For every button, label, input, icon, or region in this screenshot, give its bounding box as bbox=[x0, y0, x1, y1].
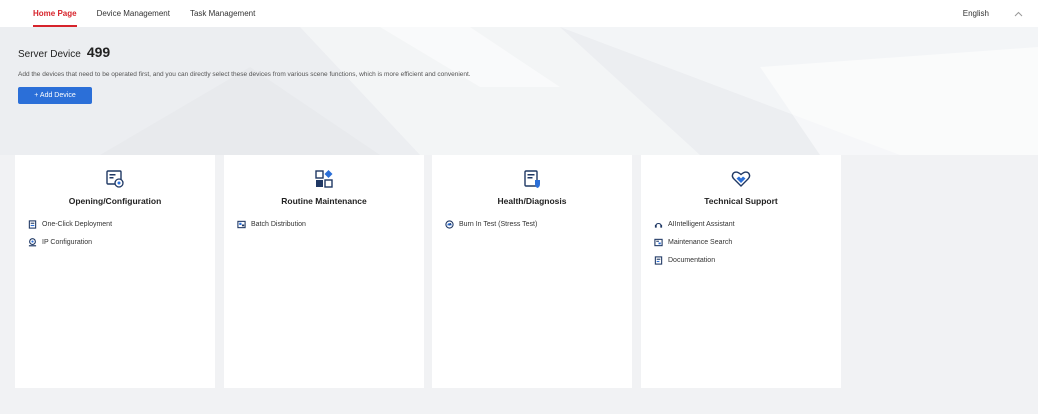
link-batch-distribution[interactable]: Batch Distribution bbox=[237, 215, 306, 233]
hero-description: Add the devices that need to be operated… bbox=[18, 71, 471, 78]
link-label: Documentation bbox=[668, 256, 716, 264]
card-links: Burn In Test (Stress Test) bbox=[445, 215, 537, 233]
card-links: One-Click Deployment IP Configuration bbox=[28, 215, 112, 251]
card-health-diagnosis: Health/Diagnosis Burn In Test (Stress Te… bbox=[432, 155, 632, 388]
server-device-label: Server Device bbox=[18, 49, 81, 60]
card-title: Routine Maintenance bbox=[281, 196, 367, 206]
link-maintenance-search[interactable]: Maintenance Search bbox=[654, 233, 735, 251]
configuration-icon bbox=[106, 170, 124, 188]
tab-home-page[interactable]: Home Page bbox=[33, 0, 77, 27]
documentation-icon bbox=[654, 255, 663, 265]
tab-task-management[interactable]: Task Management bbox=[190, 0, 255, 27]
link-label: Maintenance Search bbox=[668, 238, 733, 246]
assistant-icon bbox=[654, 222, 663, 228]
maintenance-icon bbox=[315, 170, 333, 188]
link-burn-in-test[interactable]: Burn In Test (Stress Test) bbox=[445, 215, 537, 233]
chevron-up-icon bbox=[1014, 11, 1022, 16]
server-device-summary: Server Device 499 bbox=[18, 44, 110, 60]
search-doc-icon bbox=[654, 238, 663, 246]
add-device-button[interactable]: + Add Device bbox=[18, 87, 92, 104]
nav-tabs: Home Page Device Management Task Managem… bbox=[0, 0, 275, 27]
card-title: Opening/Configuration bbox=[68, 196, 162, 206]
link-label: One-Click Deployment bbox=[42, 220, 113, 228]
card-links: Batch Distribution bbox=[237, 215, 306, 233]
collapse-button[interactable] bbox=[1013, 9, 1023, 19]
batch-distribution-icon bbox=[237, 220, 246, 228]
card-links: AIIntelligent Assistant Maintenance Sear… bbox=[654, 215, 735, 269]
card-technical-support: Technical Support AIIntelligent Assistan… bbox=[641, 155, 841, 388]
top-nav: Home Page Device Management Task Managem… bbox=[0, 0, 1038, 27]
link-label: Burn In Test (Stress Test) bbox=[459, 220, 538, 228]
heart-support-icon bbox=[731, 171, 751, 187]
card-opening-configuration: Opening/Configuration One-Click Deployme… bbox=[15, 155, 215, 388]
server-device-count: 499 bbox=[86, 44, 111, 60]
link-label: AIIntelligent Assistant bbox=[668, 220, 735, 228]
link-label: IP Configuration bbox=[42, 238, 93, 246]
ip-config-icon bbox=[28, 237, 37, 246]
card-title: Technical Support bbox=[704, 196, 778, 206]
stress-test-icon bbox=[445, 219, 454, 229]
link-one-click-deployment[interactable]: One-Click Deployment bbox=[28, 215, 112, 233]
link-label: Batch Distribution bbox=[251, 220, 306, 228]
hero-banner: Server Device 499 Add the devices that n… bbox=[0, 27, 1038, 155]
link-ip-configuration[interactable]: IP Configuration bbox=[28, 233, 112, 251]
diagnosis-icon bbox=[524, 170, 540, 188]
card-title: Health/Diagnosis bbox=[497, 196, 567, 206]
link-documentation[interactable]: Documentation bbox=[654, 251, 735, 269]
card-routine-maintenance: Routine Maintenance Batch Distribution bbox=[224, 155, 424, 388]
tab-device-management[interactable]: Device Management bbox=[97, 0, 170, 27]
nav-right: English bbox=[963, 0, 1038, 27]
link-ai-intelligent-assistant[interactable]: AIIntelligent Assistant bbox=[654, 215, 735, 233]
deployment-icon bbox=[28, 219, 37, 229]
language-selector[interactable]: English bbox=[963, 9, 989, 18]
hero-background-graphic bbox=[100, 27, 1038, 155]
